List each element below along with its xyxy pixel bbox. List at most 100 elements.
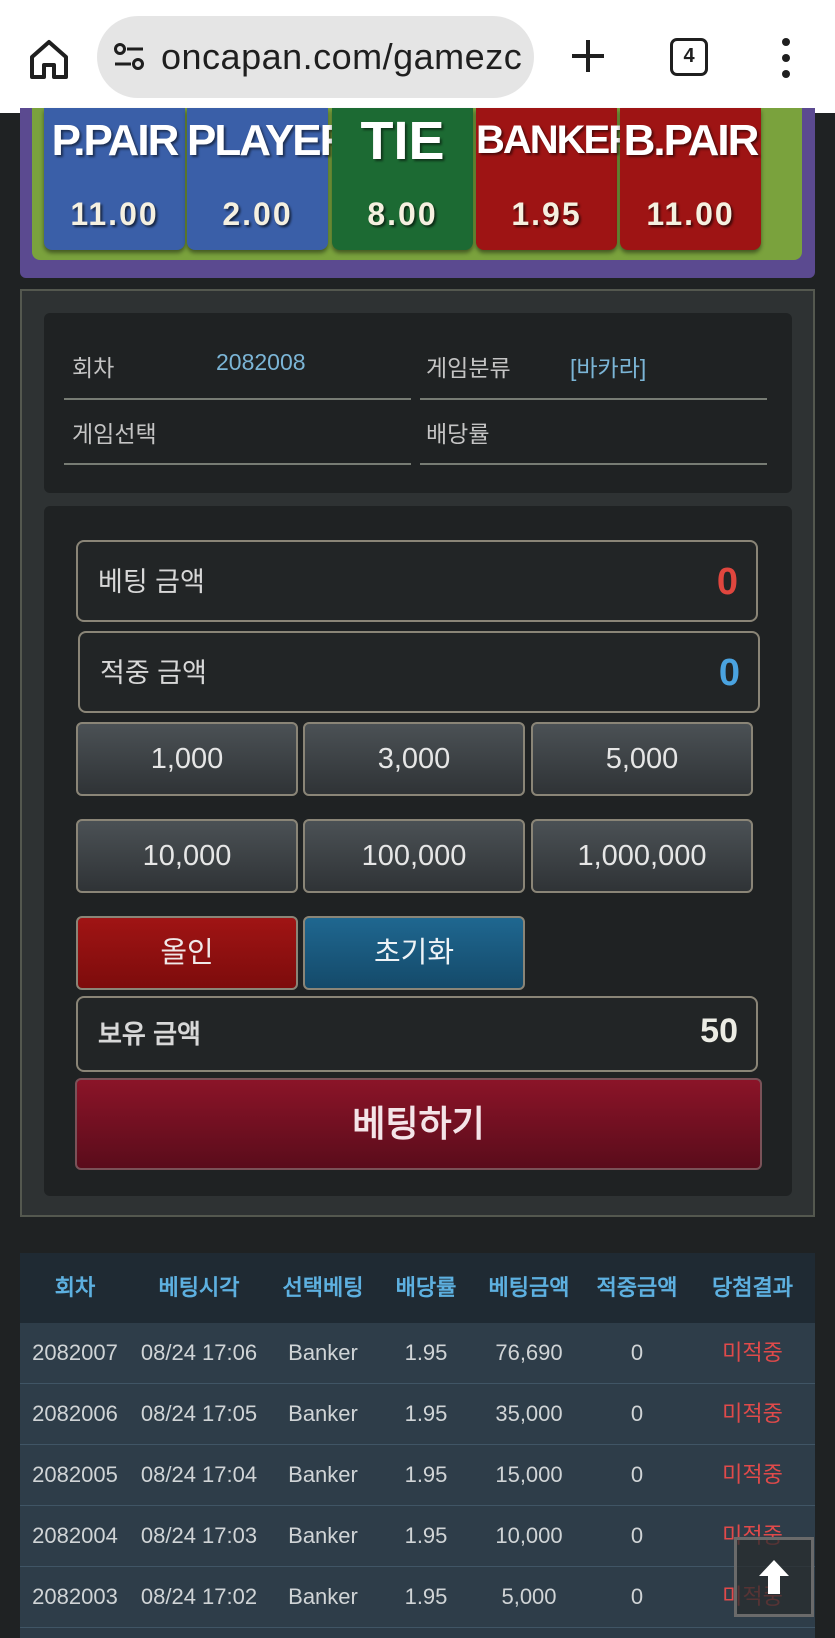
row-bet-choice: Banker <box>288 1340 358 1365</box>
row-bet-amount: 5,000 <box>501 1584 557 1609</box>
odds-name: PLAYER <box>187 116 351 165</box>
row-bet-choice: Banker <box>288 1584 358 1609</box>
table-row: 2082006 08/24 17:05 Banker 1.95 35,000 0 미적중 <box>20 1384 815 1445</box>
odds-button-tie[interactable]: TIE 8.00 <box>332 108 473 250</box>
table-row: 2082007 08/24 17:06 Banker 1.95 76,690 0 미적중 <box>20 1323 815 1384</box>
table-row: 2082004 08/24 17:03 Banker 1.95 10,000 0 미적중 <box>20 1506 815 1567</box>
all-in-button[interactable]: 올인 <box>76 916 298 990</box>
row-result: 미적중 <box>722 1462 783 1487</box>
row-win-amount: 0 <box>630 1584 644 1609</box>
odds-name: P.PAIR <box>51 116 180 165</box>
odds-button-b-pair[interactable]: B.PAIR 11.00 <box>620 108 761 250</box>
odds-name: B.PAIR <box>623 116 760 165</box>
amount-button-5000[interactable]: 5,000 <box>531 722 753 796</box>
table-row: 2082005 08/24 17:04 Banker 1.95 15,000 0 미적중 <box>20 1445 815 1506</box>
row-bet-choice: Banker <box>288 1523 358 1548</box>
odds-name: TIE <box>360 111 445 171</box>
amount-button-100000[interactable]: 100,000 <box>303 819 525 893</box>
category-label: 게임분류 <box>426 355 511 381</box>
row-result: 미적중 <box>722 1340 783 1365</box>
odds-value: 11.00 <box>646 196 735 232</box>
row-round: 2082005 <box>32 1462 118 1487</box>
site-settings-icon[interactable] <box>113 42 145 72</box>
header-bet-amount: 베팅금액 <box>488 1275 570 1300</box>
header-round: 회차 <box>54 1275 96 1300</box>
header-odds: 배당률 <box>395 1275 457 1300</box>
row-bet-time: 08/24 17:02 <box>140 1584 258 1609</box>
bet-amount-value: 0 <box>716 561 738 603</box>
row-bet-choice: Banker <box>288 1462 358 1487</box>
balance-field: 보유 금액 50 <box>76 996 758 1072</box>
round-label: 회차 <box>72 355 115 381</box>
row-win-amount: 0 <box>630 1462 644 1487</box>
row-win-amount: 0 <box>630 1401 644 1426</box>
row-bet-amount: 35,000 <box>495 1401 563 1426</box>
row-bet-time: 08/24 17:03 <box>140 1523 258 1548</box>
place-bet-button[interactable]: 베팅하기 <box>75 1078 762 1170</box>
round-value: 2082008 <box>216 349 306 375</box>
bet-amount-label: 베팅 금액 <box>98 567 205 597</box>
row-round: 2082007 <box>32 1340 118 1365</box>
category-value: [바카라] <box>570 355 647 381</box>
browser-toolbar: oncapan.com/gamezc 4 <box>0 0 835 113</box>
row-result: 미적중 <box>722 1401 783 1426</box>
odds-rate-label: 배당률 <box>426 421 490 447</box>
url-text[interactable]: oncapan.com/gamezc <box>161 16 522 98</box>
amount-button-10000[interactable]: 10,000 <box>76 819 298 893</box>
row-odds: 1.95 <box>404 1462 448 1487</box>
win-amount-field: 적중 금액 0 <box>78 631 760 713</box>
header-win-amount: 적중금액 <box>596 1275 678 1300</box>
row-bet-time: 08/24 17:05 <box>140 1401 258 1426</box>
amount-button-1000[interactable]: 1,000 <box>76 722 298 796</box>
row-bet-amount: 76,690 <box>495 1340 563 1365</box>
tab-switcher-button[interactable]: 4 <box>670 38 708 76</box>
home-icon[interactable] <box>26 36 72 82</box>
address-bar[interactable]: oncapan.com/gamezc <box>97 16 534 98</box>
odds-value: 2.00 <box>222 196 293 232</box>
odds-value: 11.00 <box>70 196 159 232</box>
row-bet-amount: 15,000 <box>495 1462 563 1487</box>
more-menu-icon[interactable] <box>774 36 798 80</box>
odds-value: 1.95 <box>511 196 582 232</box>
row-round: 2082004 <box>32 1523 118 1548</box>
table-header: 회차 베팅시각 선택베팅 배당률 베팅금액 적중금액 당첨결과 <box>20 1253 815 1323</box>
row-bet-amount: 10,000 <box>495 1523 563 1548</box>
row-bet-time: 08/24 17:04 <box>140 1462 258 1487</box>
row-bet-choice: Banker <box>288 1401 358 1426</box>
arrow-up-icon <box>759 1560 789 1594</box>
divider <box>420 463 767 465</box>
game-select-label: 게임선택 <box>72 421 157 447</box>
bet-history-table: 회차 베팅시각 선택베팅 배당률 베팅금액 적중금액 당첨결과 2082007 0… <box>20 1253 815 1638</box>
row-odds: 1.95 <box>404 1523 448 1548</box>
divider <box>64 463 411 465</box>
row-odds: 1.95 <box>404 1340 448 1365</box>
balance-value: 50 <box>700 1012 738 1050</box>
header-bet-time: 베팅시각 <box>158 1275 240 1300</box>
row-win-amount: 0 <box>630 1340 644 1365</box>
amount-button-1000000[interactable]: 1,000,000 <box>531 819 753 893</box>
amount-button-3000[interactable]: 3,000 <box>303 722 525 796</box>
scroll-to-top-button[interactable] <box>734 1537 814 1617</box>
new-tab-icon[interactable] <box>566 34 610 78</box>
row-odds: 1.95 <box>404 1401 448 1426</box>
balance-label: 보유 금액 <box>98 1019 201 1049</box>
odds-button-player[interactable]: PLAYER 2.00 <box>187 108 351 250</box>
divider <box>64 398 411 400</box>
reset-button[interactable]: 초기화 <box>303 916 525 990</box>
odds-panel-inner: P.PAIR 11.00 PLAYER 2.00 TIE 8.00 BANKER… <box>32 108 802 260</box>
bet-form-container: 회차 2082008 게임분류 [바카라] 게임선택 배당률 베팅 금액 0 적… <box>20 289 815 1217</box>
row-odds: 1.95 <box>404 1584 448 1609</box>
row-round: 2082006 <box>32 1401 118 1426</box>
divider <box>420 398 767 400</box>
table-row: 208200308/24 17:02Banker1.955,0000미적중 <box>20 1567 815 1628</box>
odds-name: BANKER <box>476 118 637 162</box>
bet-input-box: 베팅 금액 0 적중 금액 0 1,000 3,000 5,000 10,000… <box>44 506 792 1196</box>
header-result: 당첨결과 <box>712 1275 793 1300</box>
row-bet-time: 08/24 17:06 <box>140 1340 258 1365</box>
header-bet-choice: 선택베팅 <box>282 1275 364 1300</box>
row-win-amount: 0 <box>630 1523 644 1548</box>
odds-value: 8.00 <box>367 196 438 232</box>
bet-amount-field[interactable]: 베팅 금액 0 <box>76 540 758 622</box>
odds-button-banker[interactable]: BANKER 1.95 <box>476 108 637 250</box>
odds-button-p-pair[interactable]: P.PAIR 11.00 <box>44 108 185 250</box>
